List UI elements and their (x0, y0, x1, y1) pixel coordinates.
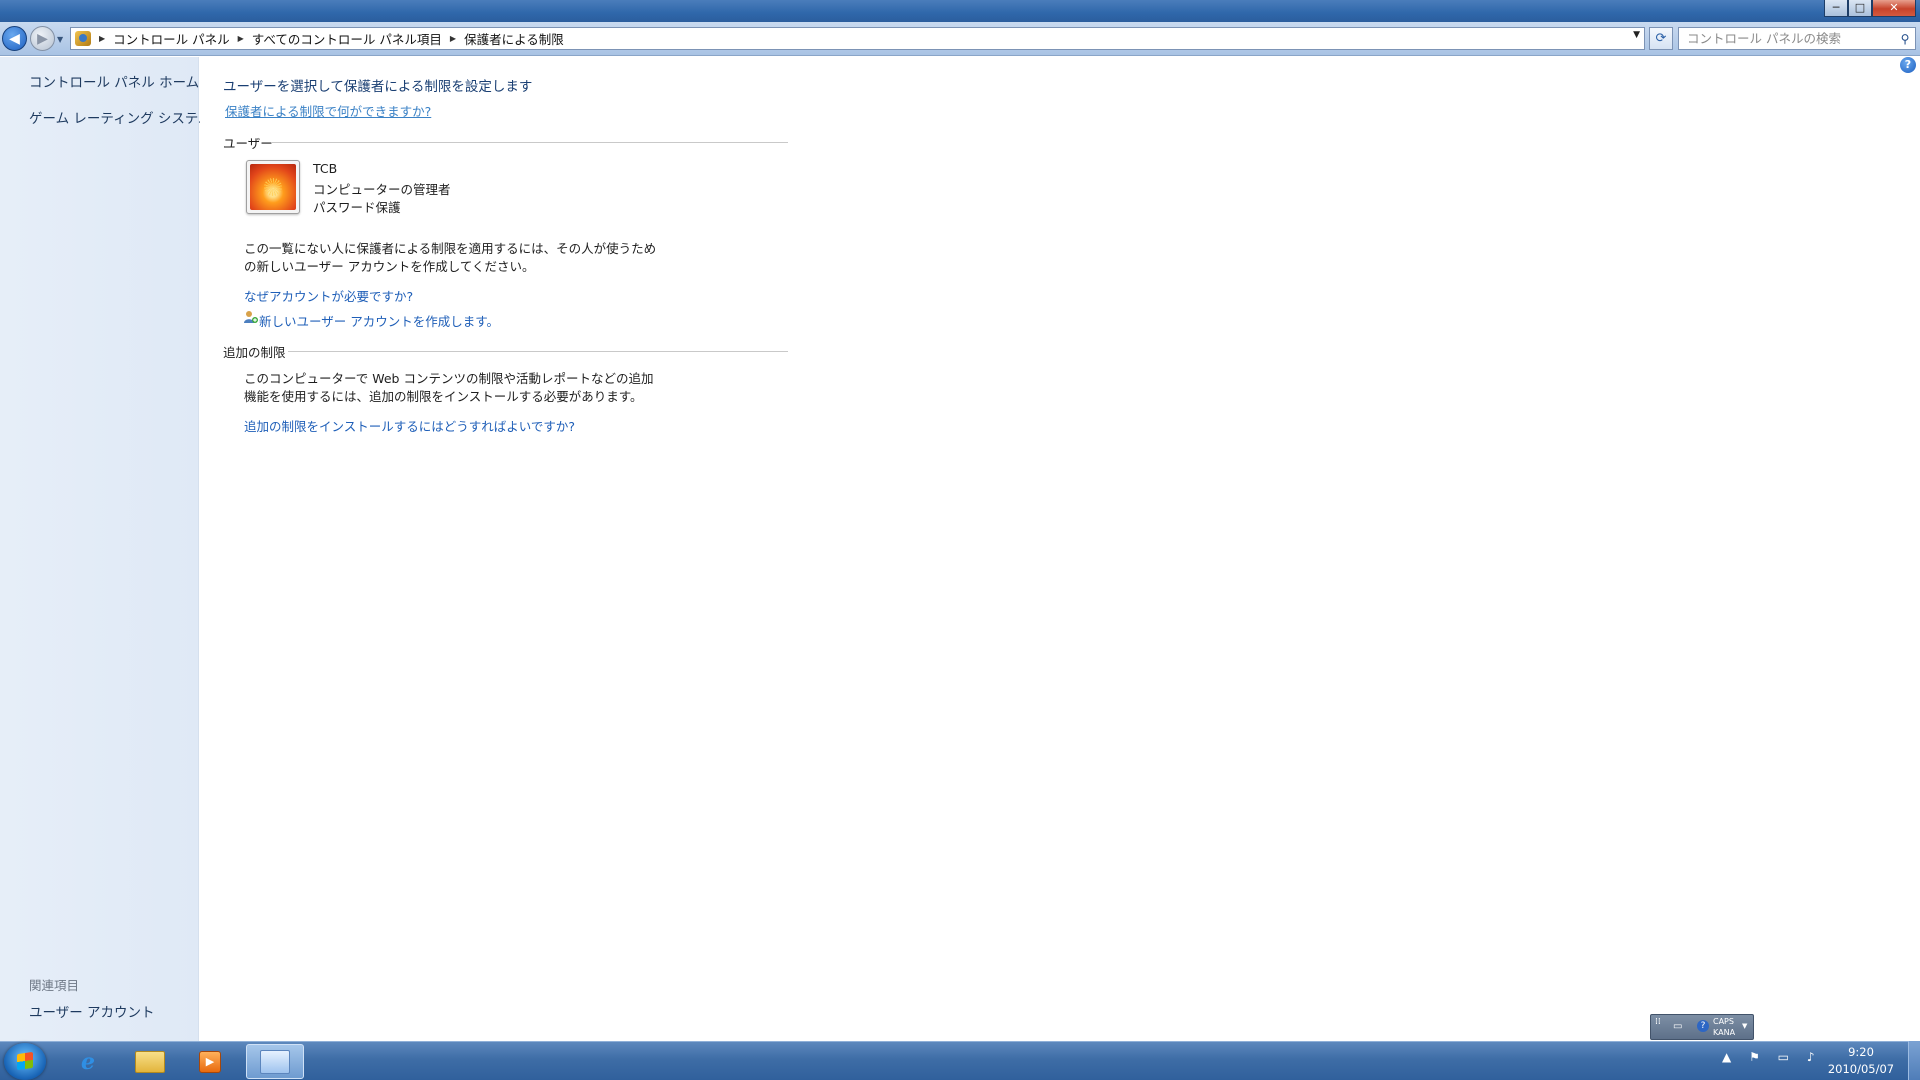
note-text-line1: この一覧にない人に保護者による制限を適用するには、その人が使うため (244, 241, 657, 256)
user-accounts-link[interactable]: ユーザー アカウント (29, 1001, 155, 1021)
breadcrumb-separator-icon[interactable]: ▶ (97, 34, 107, 43)
breadcrumb-separator-icon[interactable]: ▶ (448, 34, 458, 43)
control-panel-home-link[interactable]: コントロール パネル ホーム (29, 71, 199, 91)
additional-controls-text-line2: 機能を使用するには、追加の制限をインストールする必要があります。 (244, 389, 643, 404)
recent-pages-dropdown-icon[interactable]: ▼ (57, 35, 63, 44)
action-center-flag-icon[interactable]: ⚑ (1749, 1050, 1760, 1064)
help-icon[interactable]: ? (1900, 57, 1916, 73)
breadcrumb-separator-icon[interactable]: ▶ (236, 34, 246, 43)
internet-explorer-taskbar-button[interactable]: e (60, 1044, 116, 1079)
address-dropdown-icon[interactable]: ▼ (1633, 30, 1640, 40)
section-divider (288, 351, 788, 352)
ime-help-icon[interactable]: ? (1697, 1020, 1709, 1032)
section-divider (272, 142, 788, 143)
search-input[interactable] (1679, 28, 1895, 49)
main-content: ? ユーザーを選択して保護者による制限を設定します 保護者による制限で何ができま… (200, 57, 1920, 1041)
volume-icon[interactable]: ♪ (1807, 1050, 1815, 1064)
search-box[interactable]: ⚲ (1678, 27, 1916, 50)
window-controls: ─ □ ✕ (1824, 0, 1916, 17)
language-bar[interactable]: ⁞⁞ ▭ ? CAPS KANA ▼ (1650, 1014, 1754, 1040)
maximize-button[interactable]: □ (1848, 0, 1872, 17)
kana-indicator: KANA (1713, 1028, 1736, 1037)
back-arrow-icon: ◀ (9, 30, 20, 47)
what-can-parental-controls-do-link[interactable]: 保護者による制限で何ができますか? (225, 101, 431, 120)
why-account-needed-link[interactable]: なぜアカウントが必要ですか? (244, 286, 413, 305)
search-icon[interactable]: ⚲ (1895, 32, 1915, 46)
media-player-icon: ▶ (199, 1050, 221, 1073)
note-text-line2: の新しいユーザー アカウントを作成してください。 (244, 259, 535, 274)
language-bar-grip-icon[interactable]: ⁞⁞ (1655, 1017, 1661, 1027)
notification-area: ▲ ⚑ ▭ ♪ (1722, 1050, 1829, 1064)
install-additional-controls-link[interactable]: 追加の制限をインストールするにはどうすればよいですか? (244, 416, 575, 435)
create-new-user-account-link[interactable]: 新しいユーザー アカウントを作成します。 (259, 311, 499, 330)
user-name[interactable]: TCB (313, 161, 337, 176)
breadcrumb-parental-controls[interactable]: 保護者による制限 (458, 29, 570, 48)
page-title: ユーザーを選択して保護者による制限を設定します (223, 79, 533, 95)
clock-time: 9:20 (1848, 1045, 1874, 1059)
users-section-title: ユーザー (223, 136, 273, 151)
windows-logo-icon (17, 1051, 33, 1071)
user-role: コンピューターの管理者 (313, 182, 451, 197)
caps-indicator: CAPS (1713, 1017, 1734, 1026)
windows-explorer-taskbar-button[interactable] (122, 1044, 178, 1079)
refresh-icon: ⟳ (1655, 31, 1667, 46)
back-button[interactable]: ◀ (2, 26, 27, 51)
address-bar[interactable]: ▶ コントロール パネル ▶ すべてのコントロール パネル項目 ▶ 保護者による… (70, 27, 1645, 50)
title-bar: ─ □ ✕ (0, 0, 1920, 22)
network-icon[interactable]: ▭ (1778, 1050, 1789, 1064)
new-user-icon (244, 311, 258, 323)
control-panel-taskbar-button[interactable] (246, 1044, 304, 1079)
additional-controls-section-title: 追加の制限 (223, 345, 286, 360)
see-also-title: 関連項目 (29, 978, 80, 993)
media-player-taskbar-button[interactable]: ▶ (182, 1044, 238, 1079)
refresh-button[interactable]: ⟳ (1649, 27, 1673, 50)
navigation-bar: ◀ ▶ ▼ ▶ コントロール パネル ▶ すべてのコントロール パネル項目 ▶ … (0, 22, 1920, 56)
show-desktop-button[interactable] (1908, 1041, 1920, 1080)
task-pane: コントロール パネル ホーム ゲーム レーティング システム 関連項目 ユーザー… (0, 57, 211, 1041)
avatar (250, 164, 296, 210)
breadcrumb-all-items[interactable]: すべてのコントロール パネル項目 (246, 29, 448, 48)
show-hidden-icons-icon[interactable]: ▲ (1722, 1050, 1731, 1064)
keyboard-icon[interactable]: ▭ (1673, 1021, 1682, 1032)
language-bar-options-icon[interactable]: ▼ (1742, 1022, 1747, 1030)
control-panel-icon (75, 31, 91, 46)
game-rating-system-link[interactable]: ゲーム レーティング システム (29, 107, 211, 127)
forward-arrow-icon: ▶ (37, 30, 48, 47)
start-button[interactable] (4, 1043, 46, 1080)
forward-button[interactable]: ▶ (30, 26, 55, 51)
user-account-tile[interactable] (246, 160, 300, 214)
folder-icon (135, 1050, 165, 1073)
taskbar: e ▶ (0, 1041, 1920, 1080)
user-password-status: パスワード保護 (313, 200, 401, 215)
close-button[interactable]: ✕ (1872, 0, 1916, 17)
clock-date: 2010/05/07 (1827, 1062, 1895, 1076)
system-clock[interactable]: 9:20 2010/05/07 (1818, 1044, 1904, 1078)
internet-explorer-icon: e (81, 1048, 95, 1075)
additional-controls-text-line1: このコンピューターで Web コンテンツの制限や活動レポートなどの追加 (244, 371, 654, 386)
control-panel-window-icon (260, 1049, 290, 1074)
minimize-button[interactable]: ─ (1824, 0, 1848, 17)
breadcrumb-control-panel[interactable]: コントロール パネル (107, 29, 235, 48)
